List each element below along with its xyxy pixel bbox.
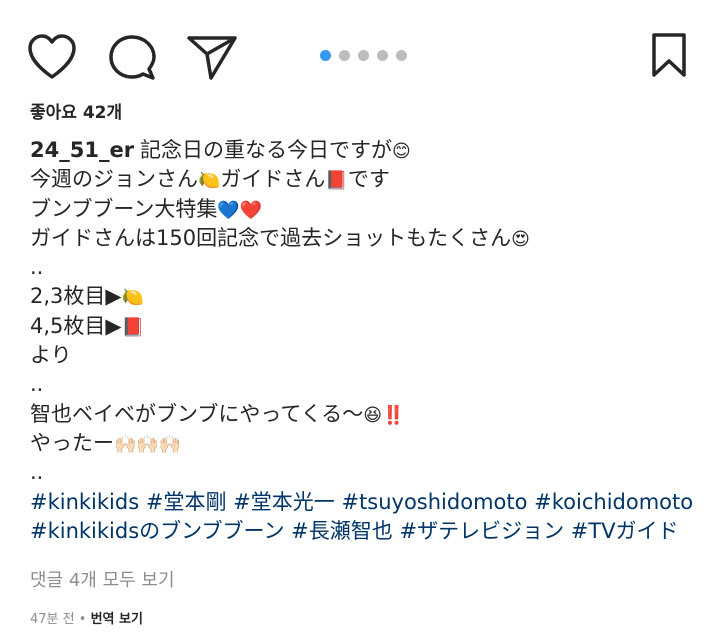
post-caption: 24_51_er 記念日の重なる今日ですが😊 今週のジョンさん🍋ガイドさん📕です … — [30, 136, 700, 546]
laughing-emoji: 😆‼️ — [363, 404, 405, 426]
separator-dot: • — [78, 612, 87, 627]
caption-line: やったー🙌🏻🙌🏻🙌🏻 — [30, 429, 700, 458]
caption-line: 24_51_er 記念日の重なる今日ですが😊 — [30, 136, 700, 165]
heart-eyes-emoji: 😍 — [511, 228, 530, 250]
post-meta: 47분 전 • 번역 보기 — [30, 608, 143, 627]
timestamp: 47분 전 — [30, 612, 75, 627]
caption-line: .. — [30, 253, 700, 282]
caption-line: .. — [30, 370, 700, 399]
heart-icon[interactable] — [27, 34, 77, 80]
caption-text: ガイドさん — [220, 167, 326, 192]
caption-text: やったー — [30, 430, 114, 455]
carousel-dot — [396, 50, 407, 61]
caption-line: 今週のジョンさん🍋ガイドさん📕です — [30, 165, 700, 194]
hashtag-link[interactable]: #ザテレビジョン — [399, 519, 564, 543]
share-icon[interactable] — [186, 34, 238, 80]
carousel-dot — [358, 50, 369, 61]
caption-line: 4,5枚目▶📕 — [30, 312, 700, 341]
caption-text: 2,3枚目▶ — [30, 284, 122, 309]
caption-line: 2,3枚目▶🍋 — [30, 282, 700, 311]
smile-emoji: 😊 — [392, 141, 411, 162]
raised-hands-emoji: 🙌🏻🙌🏻🙌🏻 — [114, 433, 182, 455]
hearts-emoji: 💙❤️ — [217, 199, 263, 221]
username-link[interactable]: 24_51_er — [30, 138, 134, 162]
caption-text: 記念日の重なる今日ですが — [140, 138, 393, 162]
caption-text: です — [347, 167, 390, 192]
post-action-bar — [0, 0, 720, 110]
carousel-dot — [339, 50, 350, 61]
caption-line: より — [30, 341, 700, 370]
hashtag-link[interactable]: #kinkikidsのブンブブーン — [30, 519, 284, 543]
hashtag-line: #kinkikidsのブンブブーン #長瀬智也 #ザテレビジョン #TVガイド — [30, 517, 700, 546]
hashtag-link[interactable]: #kinkikids — [30, 490, 139, 514]
hashtag-line: #kinkikids #堂本剛 #堂本光一 #tsuyoshidomoto #k… — [30, 488, 700, 517]
caption-text: 今週のジョンさん — [30, 167, 198, 192]
carousel-indicator — [320, 50, 407, 62]
caption-line: ブンブブーン大特集💙❤️ — [30, 195, 700, 224]
caption-line: ガイドさんは150回記念で過去ショットもたくさん😍 — [30, 224, 700, 253]
carousel-dot — [377, 50, 388, 61]
hashtag-link[interactable]: #堂本剛 — [146, 490, 227, 514]
caption-text: ブンブブーン大特集 — [30, 196, 218, 221]
caption-text: .. — [30, 255, 44, 280]
translate-link[interactable]: 번역 보기 — [91, 612, 143, 627]
caption-text: より — [30, 343, 72, 368]
book-emoji: 📕 — [325, 170, 348, 192]
caption-text: ガイドさんは150回記念で過去ショットもたくさん — [30, 225, 512, 250]
caption-text: .. — [30, 372, 44, 397]
lemon-emoji: 🍋 — [198, 170, 221, 192]
lemon-emoji: 🍋 — [121, 287, 144, 309]
hashtag-link[interactable]: #koichidomoto — [534, 490, 693, 514]
bookmark-icon[interactable] — [651, 33, 687, 77]
view-all-comments-link[interactable]: 댓글 4개 모두 보기 — [30, 566, 175, 592]
hashtag-link[interactable]: #TVガイド — [571, 519, 679, 543]
hashtag-link[interactable]: #堂本光一 — [233, 490, 335, 514]
comment-icon[interactable] — [108, 34, 156, 82]
likes-count[interactable]: 좋아요 42개 — [30, 100, 122, 126]
carousel-dot — [320, 50, 331, 61]
book-emoji: 📕 — [121, 316, 144, 338]
caption-text: .. — [30, 460, 44, 485]
caption-text: 4,5枚目▶ — [30, 313, 122, 338]
caption-line: .. — [30, 458, 700, 487]
hashtag-link[interactable]: #長瀬智也 — [291, 519, 393, 543]
hashtag-link[interactable]: #tsuyoshidomoto — [341, 490, 527, 514]
caption-text: 智也ベイベがブンブにやってくる〜 — [30, 401, 364, 426]
caption-line: 智也ベイベがブンブにやってくる〜😆‼️ — [30, 400, 700, 429]
